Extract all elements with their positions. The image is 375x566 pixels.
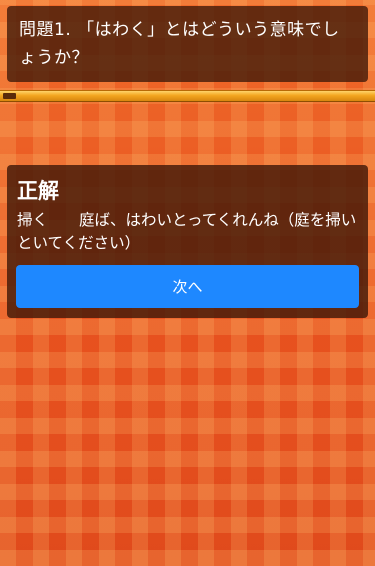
answer-panel: 正解 掃く 庭ば、はわいとってくれんね（庭を掃いといてください） 次へ	[7, 165, 368, 318]
progress-bar-fill	[3, 93, 16, 99]
answer-explanation: 掃く 庭ば、はわいとってくれんね（庭を掃いといてください）	[17, 211, 357, 252]
progress-bar	[0, 90, 375, 102]
question-text: 問題1. 「はわく」とはどういう意味でしょうか？	[19, 20, 340, 68]
question-panel: 問題1. 「はわく」とはどういう意味でしょうか？	[7, 6, 368, 82]
next-button[interactable]: 次へ	[16, 265, 359, 308]
result-heading: 正解	[17, 179, 59, 203]
